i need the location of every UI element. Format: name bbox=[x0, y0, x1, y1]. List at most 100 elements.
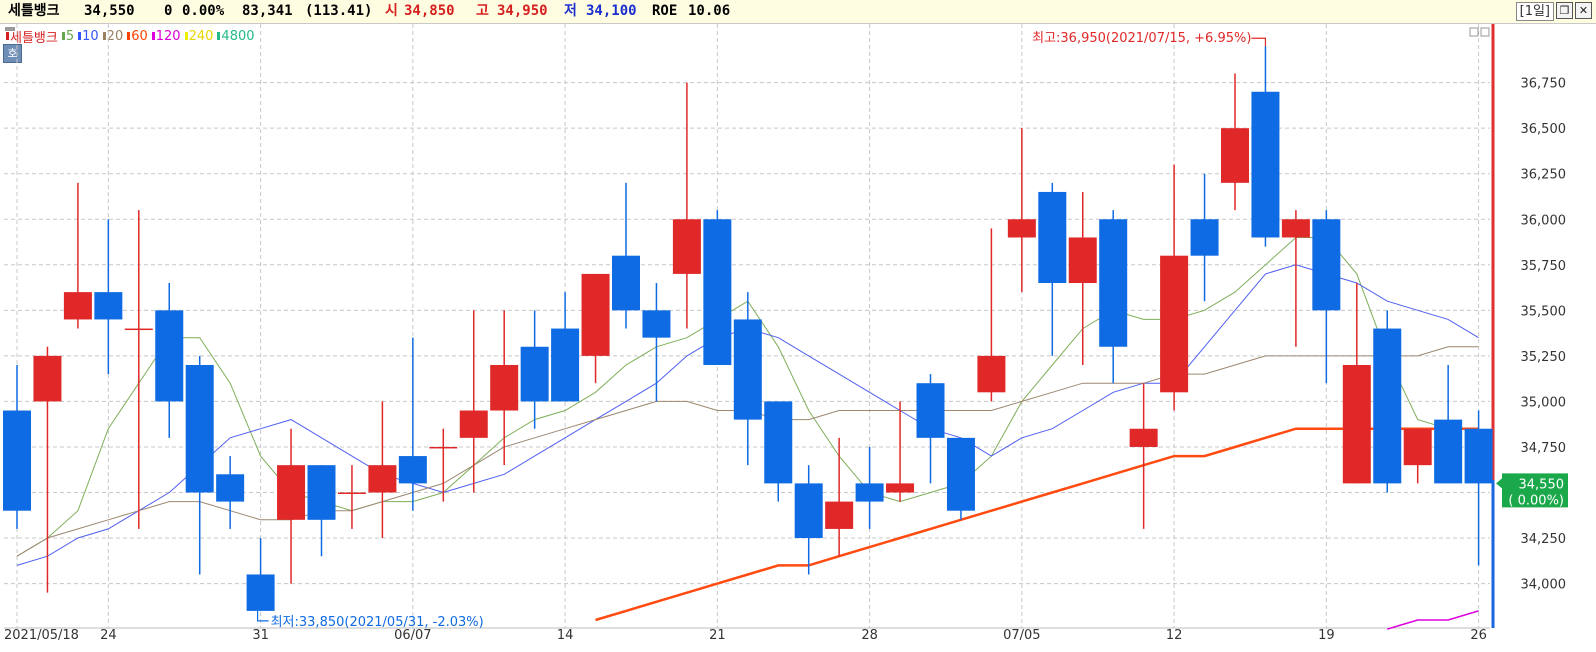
candle-body bbox=[3, 410, 31, 511]
candle-body bbox=[246, 574, 275, 611]
y-tick-label: 36,500 bbox=[1521, 122, 1567, 137]
candle-body bbox=[1129, 428, 1158, 447]
quote-bar: 세틀뱅크 34,550 0 0.00% 83,341 (113.41) 시 34… bbox=[0, 0, 1596, 24]
candle-body bbox=[977, 355, 1006, 393]
change-percent: 0.00% bbox=[182, 3, 225, 19]
candle-body bbox=[216, 474, 245, 502]
panel-close-icon bbox=[1480, 27, 1490, 37]
candle-body bbox=[124, 328, 153, 331]
candle-body bbox=[612, 255, 640, 311]
candle-body bbox=[398, 456, 427, 484]
candle-body bbox=[581, 273, 610, 356]
price-tag-price: 34,550 bbox=[1519, 477, 1565, 492]
candle-body bbox=[946, 437, 975, 511]
x-tick-label: 19 bbox=[1318, 628, 1335, 643]
open-price: 34,850 bbox=[404, 3, 455, 19]
candle-body bbox=[155, 310, 184, 402]
y-tick-label: 35,500 bbox=[1521, 304, 1567, 319]
candle-body bbox=[1251, 91, 1280, 238]
candle-body bbox=[642, 310, 671, 338]
period-selector[interactable]: [1일] bbox=[1515, 2, 1554, 21]
candle-body bbox=[672, 219, 701, 274]
high-price: 34,950 bbox=[497, 3, 548, 19]
y-tick-label: 36,750 bbox=[1521, 77, 1567, 92]
y-tick-label: 36,000 bbox=[1521, 213, 1567, 228]
candle-body bbox=[1007, 219, 1036, 238]
candle-body bbox=[1281, 219, 1310, 238]
low-annotation-arrow bbox=[257, 610, 269, 622]
roe-value: 10.06 bbox=[688, 3, 731, 19]
x-tick-label: 24 bbox=[100, 628, 117, 643]
candle-body bbox=[1464, 428, 1493, 484]
candle-body bbox=[1038, 191, 1067, 284]
roe-label: ROE bbox=[652, 3, 678, 19]
candle-body bbox=[459, 410, 488, 438]
ma-line-120 bbox=[1387, 610, 1479, 630]
candle-body bbox=[185, 364, 214, 493]
high-annotation-arrow bbox=[1251, 37, 1267, 47]
current-price: 34,550 bbox=[84, 3, 135, 19]
candle-body bbox=[764, 401, 793, 484]
candle-body bbox=[337, 492, 366, 494]
x-tick-label: 28 bbox=[861, 628, 878, 643]
x-tick-label: 12 bbox=[1166, 628, 1183, 643]
candle-body bbox=[277, 465, 306, 520]
price-change: 0 bbox=[164, 3, 173, 19]
candle-body bbox=[551, 328, 580, 402]
candle-body bbox=[1434, 419, 1463, 484]
stock-name[interactable]: 세틀뱅크 bbox=[8, 0, 60, 22]
low-label: 저 bbox=[564, 3, 577, 19]
high-annotation: 최고:36,950(2021/07/15, +6.95%) bbox=[1032, 31, 1251, 46]
candle-body bbox=[368, 465, 397, 493]
candle-body bbox=[1373, 328, 1402, 484]
panel-minimize-icon bbox=[1469, 27, 1479, 37]
y-tick-label: 35,000 bbox=[1521, 395, 1567, 410]
candle-body bbox=[1312, 219, 1341, 311]
candle-body bbox=[1221, 128, 1249, 183]
x-tick-label: 21 bbox=[709, 628, 726, 643]
high-label: 고 bbox=[476, 3, 489, 19]
x-tick-label: 07/05 bbox=[1003, 628, 1040, 643]
volume-ratio: (113.41) bbox=[305, 3, 373, 19]
candlestick-chart[interactable]: 34,00034,25034,50034,75035,00035,25035,5… bbox=[0, 24, 1596, 652]
y-tick-label: 34,250 bbox=[1521, 532, 1567, 547]
candle-body bbox=[1403, 428, 1432, 466]
candle-body bbox=[429, 446, 458, 449]
candle-body bbox=[94, 292, 123, 320]
y-tick-label: 35,750 bbox=[1521, 259, 1567, 274]
candle-body bbox=[1342, 364, 1371, 484]
y-tick-label: 35,250 bbox=[1521, 350, 1567, 365]
x-tick-label: 06/07 bbox=[394, 628, 431, 643]
x-tick-label: 14 bbox=[557, 628, 574, 643]
candle-body bbox=[1099, 219, 1128, 347]
price-tag-change: ( 0.00%) bbox=[1508, 493, 1564, 508]
candle-body bbox=[307, 465, 336, 520]
y-tick-label: 34,750 bbox=[1521, 441, 1567, 456]
candle-body bbox=[794, 483, 823, 539]
restore-icon[interactable]: ❐ bbox=[1556, 2, 1573, 19]
open-label: 시 bbox=[385, 3, 398, 19]
price-tag-pointer bbox=[1496, 478, 1502, 489]
window-controls: [1일] ❐ ✕ bbox=[1515, 2, 1592, 21]
volume: 83,341 bbox=[242, 3, 293, 19]
candle-body bbox=[916, 383, 945, 438]
y-tick-label: 34,000 bbox=[1521, 578, 1567, 593]
low-price: 34,100 bbox=[586, 3, 637, 19]
candle-body bbox=[1190, 219, 1219, 256]
x-tick-label: 2021/05/18 bbox=[4, 628, 79, 643]
candle-body bbox=[520, 346, 549, 402]
low-annotation: 최저:33,850(2021/05/31, -2.03%) bbox=[271, 615, 484, 630]
candle-body bbox=[63, 292, 92, 320]
x-tick-label: 31 bbox=[252, 628, 269, 643]
candle-body bbox=[490, 364, 519, 411]
candle-body bbox=[33, 355, 62, 402]
candle-body bbox=[855, 483, 884, 502]
candle-body bbox=[1068, 237, 1097, 284]
x-tick-label: 26 bbox=[1470, 628, 1487, 643]
close-icon[interactable]: ✕ bbox=[1575, 2, 1592, 19]
candle-body bbox=[703, 219, 732, 365]
candle-body bbox=[1160, 255, 1189, 393]
candle-body bbox=[733, 319, 762, 420]
candle-body bbox=[825, 501, 854, 529]
candle-body bbox=[886, 483, 915, 493]
